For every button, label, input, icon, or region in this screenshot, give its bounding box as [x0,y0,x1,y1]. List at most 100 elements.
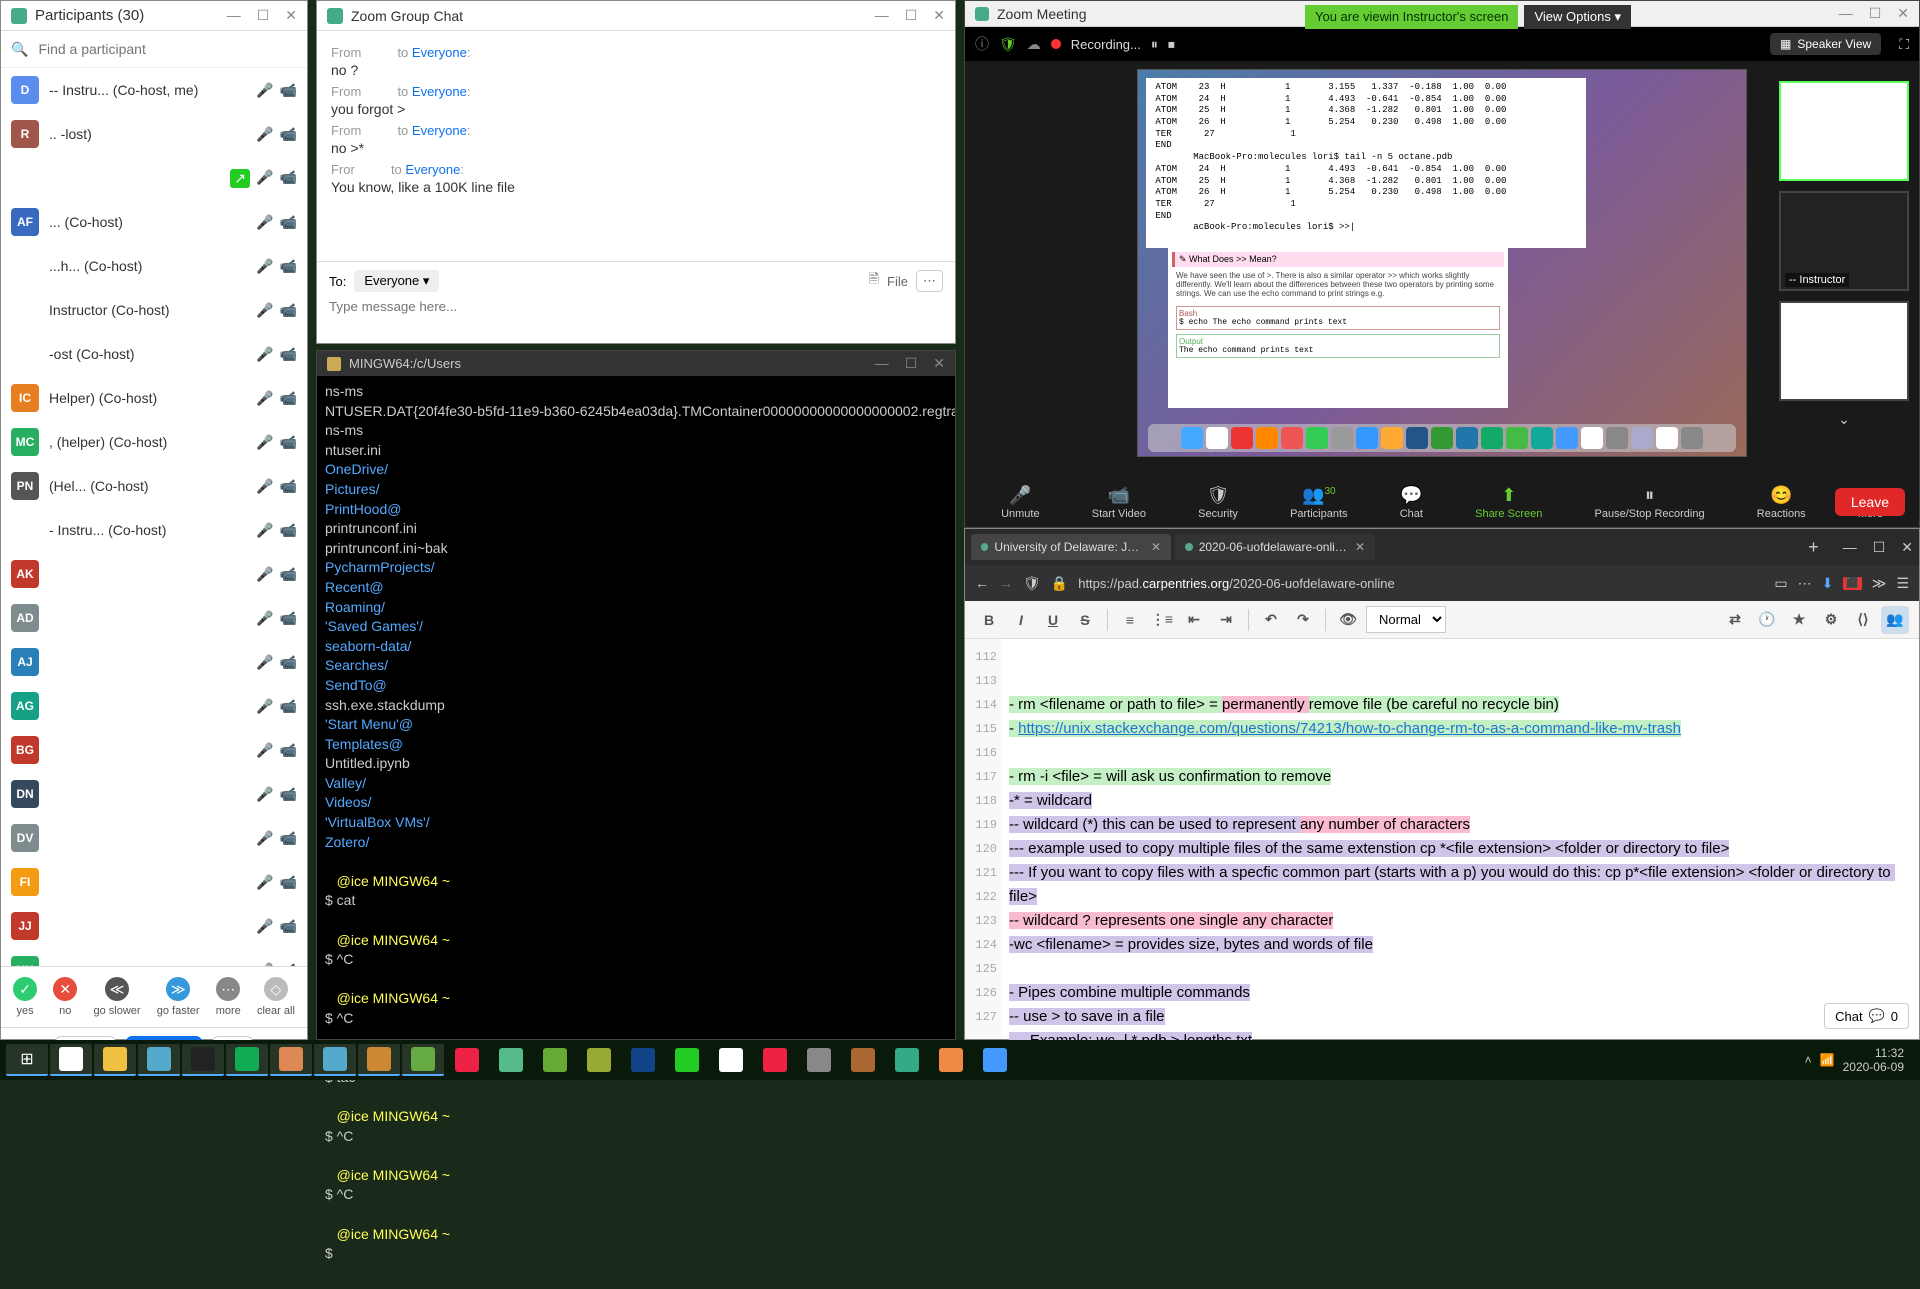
bold-button[interactable]: B [975,606,1003,634]
video-thumbnail[interactable] [1779,301,1909,401]
url-field[interactable]: https://pad.carpentries.org/2020-06-uofd… [1078,576,1764,591]
unordered-list-button[interactable]: ⋮≡ [1148,606,1176,634]
pad-line[interactable]: - Pipes combine multiple commands [1009,981,1911,1005]
participant-row[interactable]: AG🎤📹 [1,684,307,728]
participant-row[interactable]: Instructor (Co-host)🎤📹 [1,288,307,332]
pad-line[interactable]: --- If you want to copy files with a spe… [1009,861,1911,909]
taskbar-item[interactable] [182,1044,224,1076]
maximize-icon[interactable]: ☐ [1873,539,1886,556]
pad-line[interactable]: - rm -i <file> = will ask us confirmatio… [1009,765,1911,789]
taskbar-item[interactable] [578,1044,620,1076]
pad-line[interactable]: --- example used to copy multiple files … [1009,837,1911,861]
zoom-control-unmute[interactable]: 🎤Unmute [1001,485,1040,520]
participant-row[interactable]: AK🎤📹 [1,552,307,596]
participant-row[interactable]: JJ🎤📹 [1,904,307,948]
recipient-dropdown[interactable]: Everyone ▾ [354,270,439,292]
redo-button[interactable]: ↷ [1289,606,1317,634]
strike-button[interactable]: S [1071,606,1099,634]
participant-row[interactable]: R.. -lost)🎤📹 [1,112,307,156]
taskbar-item[interactable] [138,1044,180,1076]
tab-close-icon[interactable]: ✕ [1355,540,1365,554]
reaction-button[interactable]: ≫go faster [157,977,200,1017]
taskbar-item[interactable] [798,1044,840,1076]
zoom-control-chat[interactable]: 💬Chat [1400,485,1423,520]
timeslider-button[interactable]: 🕐 [1753,606,1781,634]
video-thumbnail[interactable]: -- Instructor [1779,191,1909,291]
search-input[interactable] [34,37,297,61]
participant-row[interactable]: FI🎤📹 [1,860,307,904]
close-icon[interactable]: ✕ [933,7,945,24]
participant-row[interactable]: DV🎤📹 [1,816,307,860]
pad-line[interactable]: -- use > to save in a file [1009,1005,1911,1029]
taskbar-item[interactable] [94,1044,136,1076]
tray-chevron-icon[interactable]: ˄ [1805,1053,1812,1067]
taskbar-item[interactable] [534,1044,576,1076]
network-icon[interactable]: 📶 [1820,1053,1835,1067]
taskbar-item[interactable]: ⊞ [6,1044,48,1076]
terminal-output[interactable]: ns-ms NTUSER.DAT{20f4fe30-b5fd-11e9-b360… [317,376,955,1289]
maximize-icon[interactable]: ☐ [257,7,270,24]
participant-row[interactable]: BG🎤📹 [1,728,307,772]
minimize-icon[interactable]: — [1839,5,1853,22]
zoom-control-share-screen[interactable]: ⬆Share Screen [1475,485,1542,520]
taskbar-item[interactable] [50,1044,92,1076]
browser-tab[interactable]: University of Delaware: June 9✕ [971,534,1171,560]
minimize-icon[interactable]: — [875,7,889,24]
close-icon[interactable]: ✕ [285,7,297,24]
participant-row[interactable]: DN🎤📹 [1,772,307,816]
minimize-icon[interactable]: — [1843,539,1857,556]
settings-button[interactable]: ⚙ [1817,606,1845,634]
taskbar-item[interactable] [358,1044,400,1076]
menu-icon[interactable]: ☰ [1896,575,1909,592]
reaction-button[interactable]: ✓yes [13,977,37,1017]
overflow-icon[interactable]: ≫ [1872,575,1887,592]
participant-row[interactable]: AD🎤📹 [1,596,307,640]
pad-line[interactable]: -* = wildcard [1009,789,1911,813]
participant-row[interactable]: - Instru... (Co-host)🎤📹 [1,508,307,552]
taskbar-item[interactable] [314,1044,356,1076]
reaction-button[interactable]: ◇clear all [257,977,295,1017]
chat-more-icon[interactable]: ⋯ [916,270,943,292]
forward-icon[interactable]: → [999,575,1013,591]
minimize-icon[interactable]: — [227,7,241,24]
maximize-icon[interactable]: ☐ [905,355,918,372]
reaction-button[interactable]: ≪go slower [93,977,140,1017]
taskbar-item[interactable] [754,1044,796,1076]
maximize-icon[interactable]: ☐ [905,7,918,24]
taskbar-item[interactable] [490,1044,532,1076]
style-select[interactable]: Normal [1366,606,1446,633]
clear-authorship-button[interactable]: 👁 [1334,606,1362,634]
taskbar-item[interactable] [710,1044,752,1076]
zoom-control-participants[interactable]: 👥30Participants [1290,485,1347,520]
tab-close-icon[interactable]: ✕ [1151,540,1161,554]
taskbar-item[interactable] [402,1044,444,1076]
pause-icon[interactable]: ⏸ [1151,36,1158,53]
page-actions-icon[interactable]: ⋯ [1798,575,1812,592]
clock[interactable]: 11:32 2020-06-09 [1843,1046,1904,1075]
participant-row[interactable]: AJ🎤📹 [1,640,307,684]
speaker-view-button[interactable]: ▦ Speaker View [1770,33,1881,55]
shield-icon[interactable]: 🛡 [1023,575,1041,592]
system-tray[interactable]: ˄ 📶 11:32 2020-06-09 [1805,1046,1914,1075]
outdent-button[interactable]: ⇤ [1180,606,1208,634]
fullscreen-icon[interactable]: ⛶ [1899,36,1909,53]
pad-line[interactable]: -- wildcard ? represents one single any … [1009,909,1911,933]
zoom-control-reactions[interactable]: 😊Reactions [1757,485,1806,520]
pad-line[interactable]: -wc <filename> = provides size, bytes an… [1009,933,1911,957]
reader-icon[interactable]: ▭ [1774,575,1787,592]
indent-button[interactable]: ⇥ [1212,606,1240,634]
participant-row[interactable]: -ost (Co-host)🎤📹 [1,332,307,376]
view-options-button[interactable]: View Options ▾ [1524,5,1631,29]
chat-input[interactable] [329,299,943,314]
taskbar-item[interactable] [270,1044,312,1076]
import-export-button[interactable]: ⇄ [1721,606,1749,634]
taskbar-item[interactable] [666,1044,708,1076]
embed-button[interactable]: ⟨⟩ [1849,606,1877,634]
participant-row[interactable]: AF... (Co-host)🎤📹 [1,200,307,244]
pad-line[interactable] [1009,645,1911,669]
new-tab-button[interactable]: + [1808,537,1819,558]
ordered-list-button[interactable]: ≡ [1116,606,1144,634]
participant-row[interactable]: PN(Hel... (Co-host)🎤📹 [1,464,307,508]
participant-row[interactable]: ↗ 🎤 📹 [1,156,307,200]
chevron-down-icon[interactable]: ⌄ [1779,411,1909,428]
